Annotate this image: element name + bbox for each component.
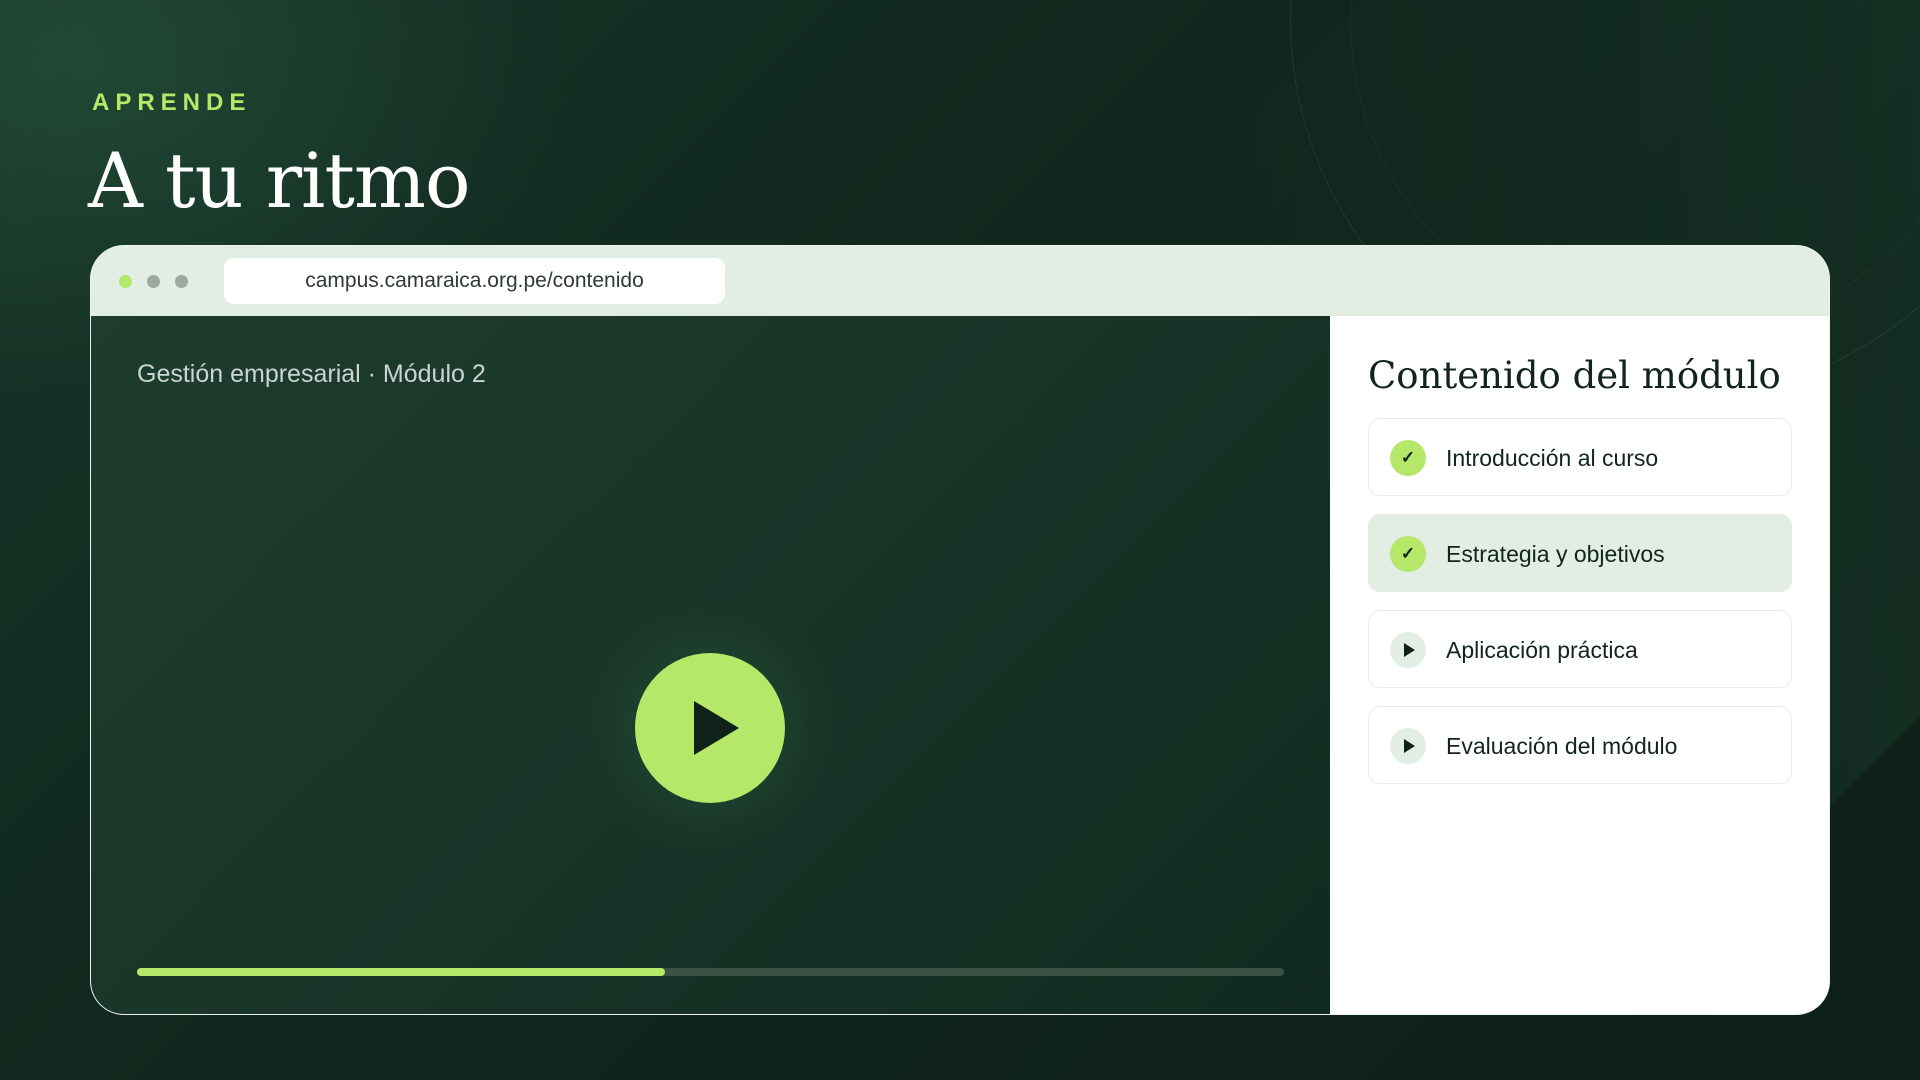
lesson-label: Estrategia y objetivos <box>1446 541 1665 567</box>
lesson-item[interactable]: Evaluación del módulo <box>1368 706 1792 784</box>
window-dot-gray[interactable] <box>147 275 160 288</box>
play-icon <box>1404 643 1415 657</box>
lesson-status-badge <box>1390 728 1426 764</box>
lesson-label: Aplicación práctica <box>1446 637 1638 663</box>
play-icon <box>1404 739 1415 753</box>
lesson-status-badge: ✓ <box>1390 440 1426 476</box>
play-icon <box>694 701 739 755</box>
video-progress-bar[interactable] <box>137 968 1284 976</box>
lesson-status-badge: ✓ <box>1390 536 1426 572</box>
address-bar[interactable]: campus.camaraica.org.pe/contenido <box>224 258 725 304</box>
page-title: A tu ritmo <box>88 136 471 225</box>
window-dot-green[interactable] <box>119 275 132 288</box>
play-button[interactable] <box>635 653 785 803</box>
lesson-item[interactable]: ✓ Introducción al curso <box>1368 418 1792 496</box>
lesson-status-badge <box>1390 632 1426 668</box>
lesson-item[interactable]: Aplicación práctica <box>1368 610 1792 688</box>
lesson-item-active[interactable]: ✓ Estrategia y objetivos <box>1368 514 1792 592</box>
video-progress-fill <box>137 968 665 976</box>
check-icon: ✓ <box>1400 448 1416 467</box>
window-dot-gray[interactable] <box>175 275 188 288</box>
eyebrow-label: APRENDE <box>92 89 252 116</box>
browser-toolbar: campus.camaraica.org.pe/contenido <box>91 246 1829 316</box>
lesson-label: Introducción al curso <box>1446 445 1659 471</box>
module-sidebar: Contenido del módulo ✓ Introducción al c… <box>1330 316 1829 1014</box>
sidebar-title: Contenido del módulo <box>1368 354 1781 397</box>
lesson-label: Evaluación del módulo <box>1446 733 1678 759</box>
browser-window: campus.camaraica.org.pe/contenido Gestió… <box>90 245 1830 1015</box>
video-player: Gestión empresarial · Módulo 2 <box>91 316 1330 1014</box>
check-icon: ✓ <box>1400 544 1416 563</box>
course-breadcrumb: Gestión empresarial · Módulo 2 <box>137 360 486 388</box>
